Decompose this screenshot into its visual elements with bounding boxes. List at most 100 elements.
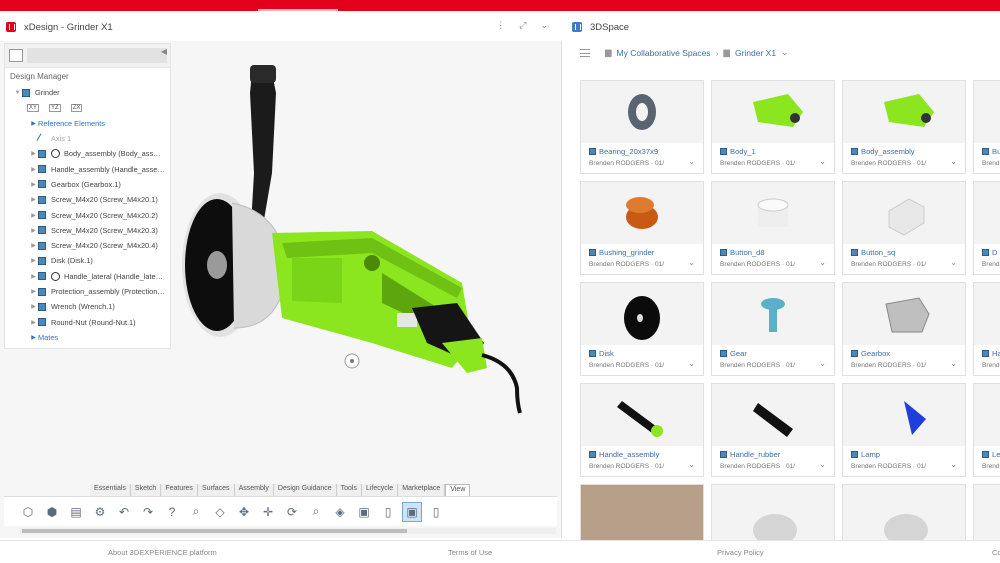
assembly-icon[interactable]: ⬢ — [42, 502, 62, 522]
item-thumbnail[interactable] — [712, 485, 834, 540]
item-thumbnail[interactable] — [581, 283, 703, 345]
item-card[interactable]: D Brend — [973, 181, 1000, 275]
item-thumbnail[interactable] — [581, 485, 703, 540]
item-thumbnail[interactable] — [712, 182, 834, 244]
expand-icon[interactable]: ▶ — [29, 212, 38, 219]
more-options-icon[interactable]: ⋮ — [496, 20, 505, 31]
item-thumbnail[interactable] — [581, 182, 703, 244]
redo-icon[interactable]: ↷ — [138, 502, 158, 522]
chevron-down-icon[interactable]: ⌄ — [819, 359, 826, 368]
item-card[interactable]: Bu Brend — [973, 80, 1000, 174]
item-name[interactable]: Gear — [720, 349, 747, 358]
item-card[interactable]: Body_1 Brenden RODGERS · 01/ ⌄ — [711, 80, 835, 174]
item-thumbnail[interactable] — [843, 182, 965, 244]
expand-icon[interactable]: ▶ — [29, 242, 38, 249]
item-card[interactable] — [973, 484, 1000, 540]
item-card[interactable]: Disk Brenden RODGERS · 01/ ⌄ — [580, 282, 704, 376]
tab-marketplace[interactable]: Marketplace — [398, 484, 446, 496]
tab-features[interactable]: Features — [161, 484, 198, 496]
item-card[interactable]: Lamp Brenden RODGERS · 01/ ⌄ — [842, 383, 966, 477]
solid-icon[interactable]: ▣ — [354, 502, 374, 522]
cylinder-icon[interactable]: ▯ — [378, 502, 398, 522]
item-thumbnail[interactable] — [974, 384, 1000, 446]
expand-icon[interactable]: ▶ — [29, 273, 38, 280]
chevron-down-icon[interactable]: ⌄ — [540, 20, 548, 31]
expand-icon[interactable]: ▶ — [29, 196, 38, 203]
tree-row[interactable]: ▶ Screw_M4x20 (Screw_M4x20.4) — [5, 238, 170, 253]
chevron-down-icon[interactable]: ⌄ — [688, 157, 695, 166]
item-card[interactable]: Bearing_20x37x9 Brenden RODGERS · 01/ ⌄ — [580, 80, 704, 174]
tree-row[interactable]: ▶ Screw_M4x20 (Screw_M4x20.2) — [5, 207, 170, 222]
item-name[interactable]: Bu — [982, 147, 1000, 156]
expand-icon[interactable]: ▶ — [29, 288, 38, 295]
tree-row[interactable]: Axis 1 — [5, 131, 170, 146]
item-thumbnail[interactable] — [712, 384, 834, 446]
item-name[interactable]: Button_sq — [851, 248, 895, 257]
tree-row[interactable]: ▶ Mates — [5, 330, 170, 345]
cylinder2-icon[interactable]: ▯ — [426, 502, 446, 522]
item-name[interactable]: Handle_assembly — [589, 450, 659, 459]
tab-tools[interactable]: Tools — [336, 484, 362, 496]
item-name[interactable]: Le — [982, 450, 1000, 459]
item-name[interactable]: Disk — [589, 349, 614, 358]
save-icon[interactable]: ▤ — [66, 502, 86, 522]
item-card[interactable]: Le Brend — [973, 383, 1000, 477]
item-card[interactable] — [842, 484, 966, 540]
scrollbar-thumb[interactable] — [22, 529, 407, 533]
privacy-link[interactable]: Privacy Policy — [717, 548, 764, 557]
tree-row[interactable]: ▶ Round-Nut (Round-Nut.1) — [5, 314, 170, 329]
collapse-icon[interactable]: ◀ — [161, 47, 167, 56]
settings-icon[interactable]: ⚙ — [90, 502, 110, 522]
search-icon[interactable]: ⌕ — [306, 502, 326, 522]
tree-view-icon[interactable] — [9, 49, 23, 62]
maximize-icon[interactable]: ⤢ — [519, 20, 526, 31]
expand-icon[interactable]: ▶ — [29, 227, 38, 234]
plane-yz-icon[interactable]: YZ — [49, 103, 61, 112]
item-thumbnail[interactable] — [581, 384, 703, 446]
more-link[interactable]: Co — [992, 548, 1000, 557]
terms-link[interactable]: Terms of Use — [448, 548, 492, 557]
chevron-down-icon[interactable]: ⌄ — [688, 258, 695, 267]
render-mode-icon[interactable]: ▣ — [402, 501, 422, 522]
item-name[interactable]: Bushing_grinder — [589, 248, 654, 257]
item-name[interactable]: Lamp — [851, 450, 880, 459]
item-name[interactable]: Ha — [982, 349, 1000, 358]
item-thumbnail[interactable] — [581, 81, 703, 143]
move-icon[interactable]: ✛ — [258, 502, 278, 522]
chevron-down-icon[interactable]: ⌄ — [950, 460, 957, 469]
tree-row[interactable]: ▶ Body_assembly (Body_ass… — [5, 146, 170, 161]
expand-icon[interactable]: ▶ — [29, 181, 38, 188]
chevron-down-icon[interactable]: ⌄ — [950, 157, 957, 166]
tab-lifecycle[interactable]: Lifecycle — [361, 484, 399, 496]
item-thumbnail[interactable] — [843, 283, 965, 345]
chevron-down-icon[interactable]: ⌄ — [950, 258, 957, 267]
view-cube-icon[interactable]: ◇ — [210, 502, 230, 522]
tree-row[interactable]: ▶ Protection_assembly (Protection… — [5, 284, 170, 299]
item-card[interactable]: Button_sq Brenden RODGERS · 01/ ⌄ — [842, 181, 966, 275]
item-thumbnail[interactable] — [974, 81, 1000, 143]
item-card[interactable]: Gearbox Brenden RODGERS · 01/ ⌄ — [842, 282, 966, 376]
item-thumbnail[interactable] — [712, 81, 834, 143]
breadcrumb-spaces[interactable]: My Collaborative Spaces — [617, 48, 711, 58]
tab-sketch[interactable]: Sketch — [130, 484, 162, 496]
item-name[interactable]: Bearing_20x37x9 — [589, 147, 658, 156]
item-thumbnail[interactable] — [843, 81, 965, 143]
item-name[interactable]: Gearbox — [851, 349, 890, 358]
item-card[interactable]: Gear Brenden RODGERS · 01/ ⌄ — [711, 282, 835, 376]
tree-row[interactable]: ▼ Grinder — [5, 85, 170, 100]
pan-icon[interactable]: ✥ — [234, 502, 254, 522]
about-link[interactable]: About 3DEXPERIENCE platform — [108, 548, 217, 557]
zoom-icon[interactable]: ⌕ — [186, 502, 206, 522]
shading-icon[interactable]: ◈ — [330, 502, 350, 522]
tree-row[interactable]: ▶ Handle_lateral (Handle_late… — [5, 269, 170, 284]
item-card[interactable]: Handle_rubber Brenden RODGERS · 01/ ⌄ — [711, 383, 835, 477]
expand-icon[interactable]: ▶ — [29, 150, 38, 157]
expand-icon[interactable]: ▶ — [29, 166, 38, 173]
expand-icon[interactable]: ▶ — [29, 334, 38, 341]
item-name[interactable]: Body_assembly — [851, 147, 915, 156]
plane-xy-icon[interactable]: XY — [27, 103, 40, 112]
item-name[interactable]: Body_1 — [720, 147, 756, 156]
chevron-down-icon[interactable]: ⌄ — [781, 47, 788, 58]
tab-surfaces[interactable]: Surfaces — [197, 484, 235, 496]
rotate-icon[interactable]: ⟳ — [282, 502, 302, 522]
